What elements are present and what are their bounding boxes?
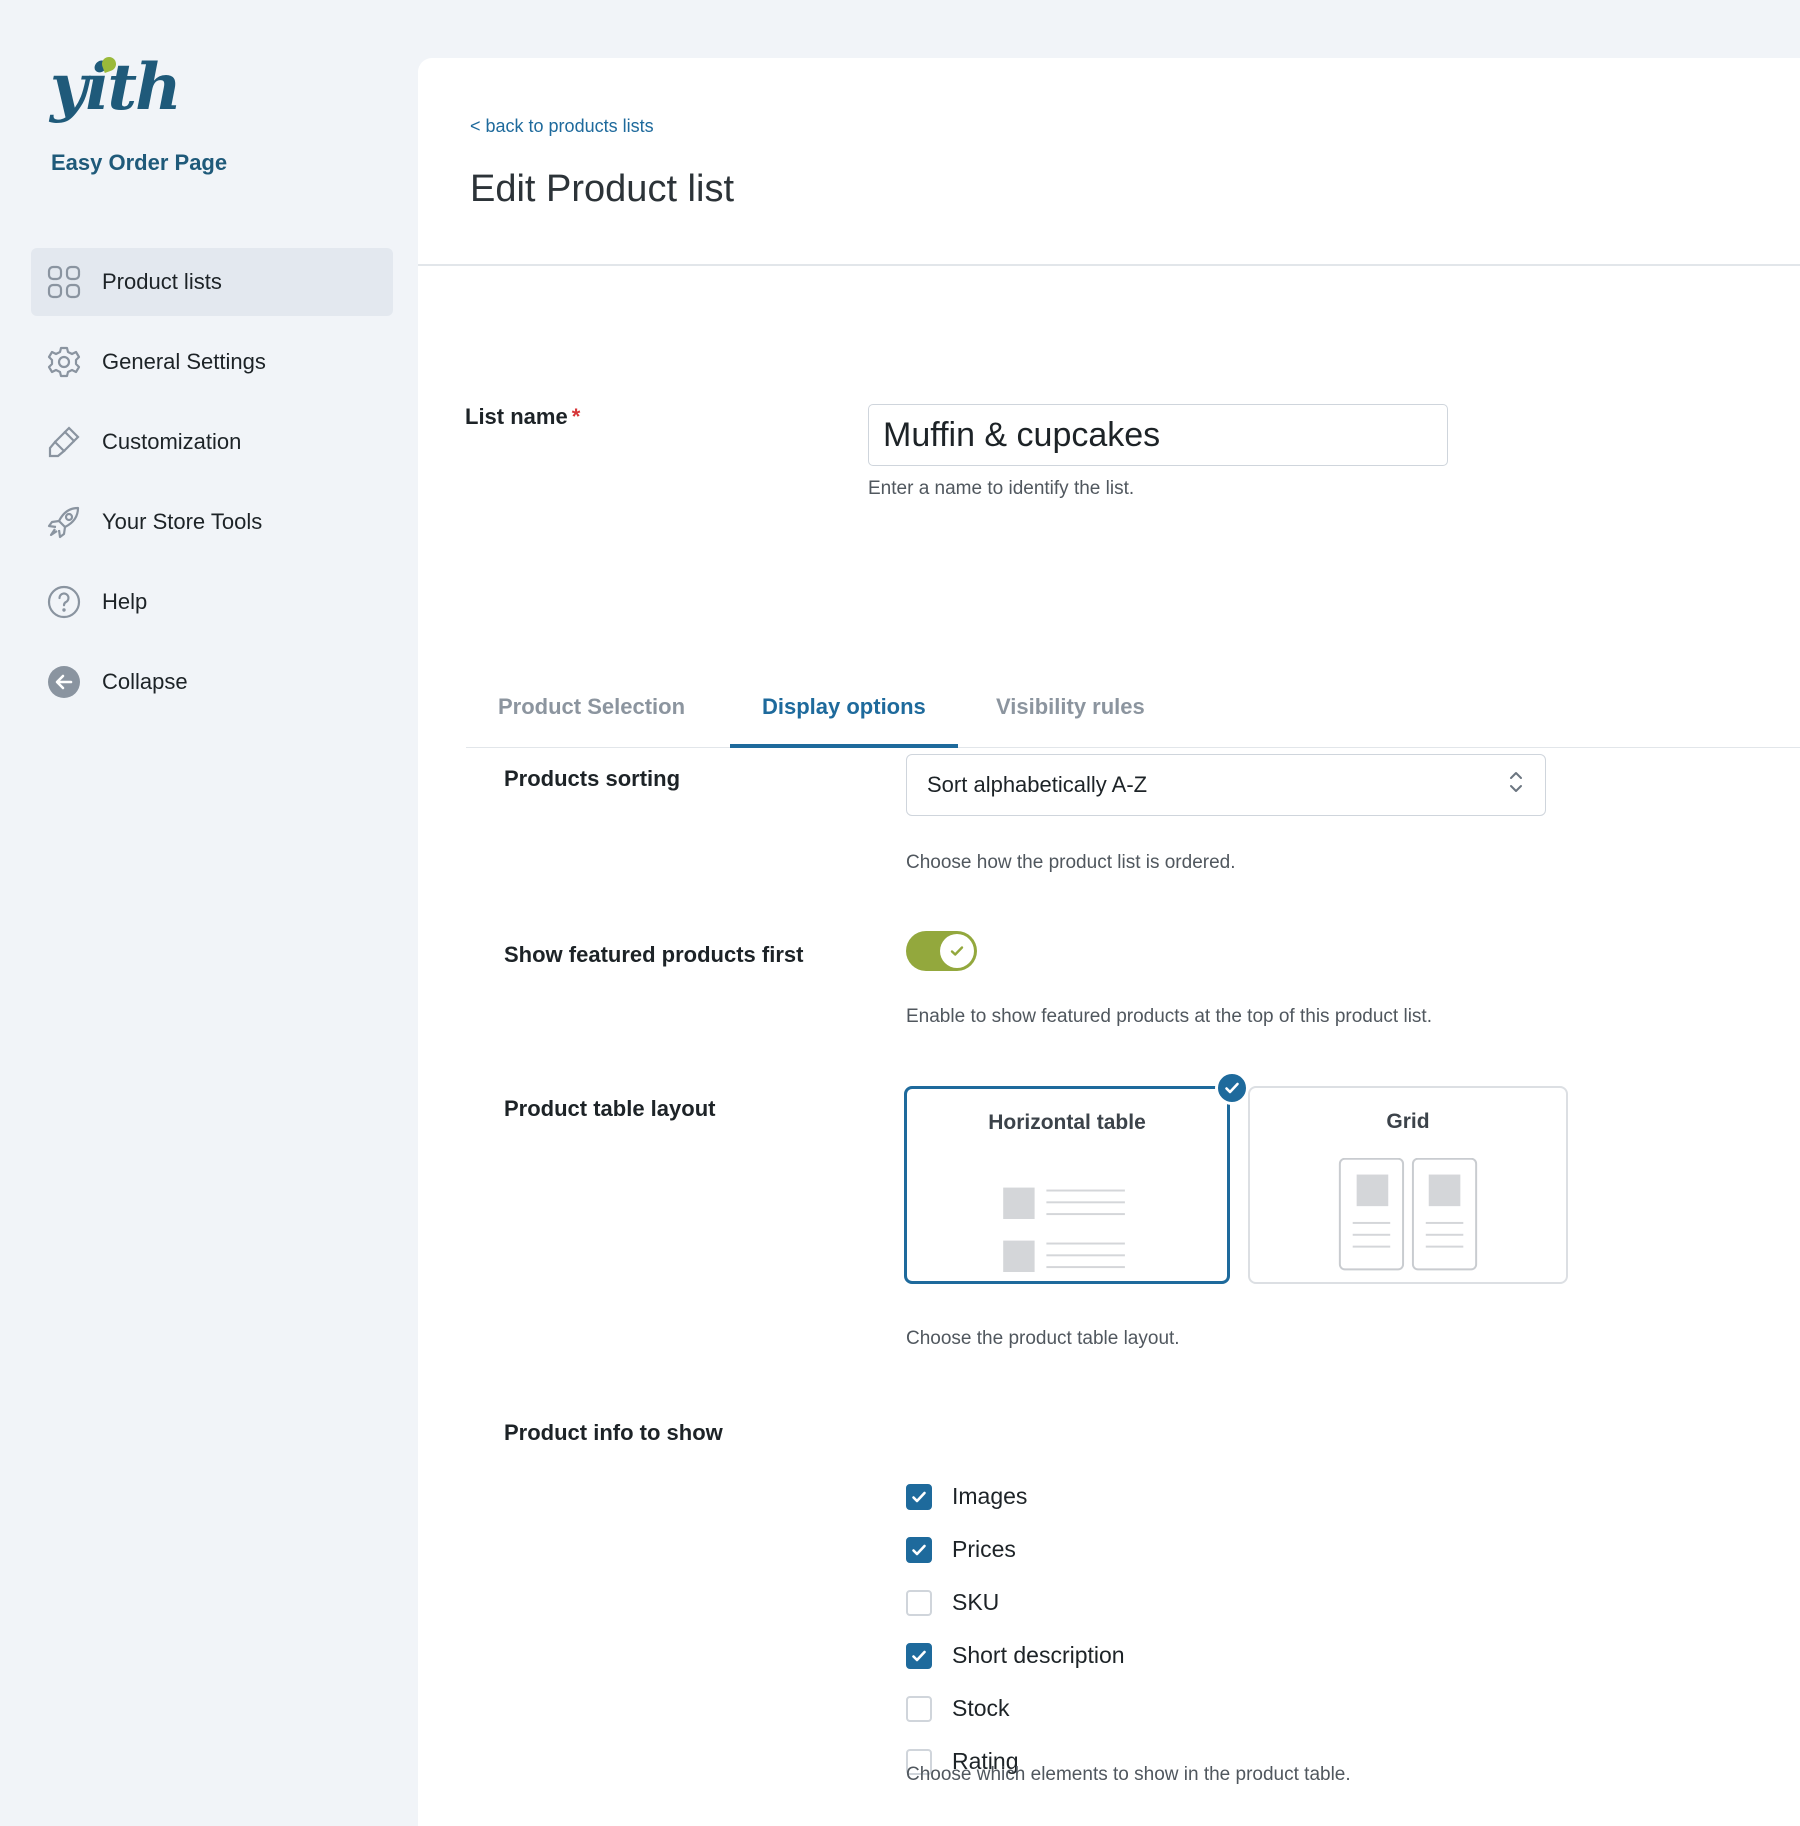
product-info-label: Product info to show <box>504 1420 723 1445</box>
featured-first-toggle[interactable] <box>906 931 977 971</box>
tab-visibility-rules[interactable]: Visibility rules <box>964 666 1177 748</box>
checkbox-label: Images <box>952 1483 1028 1509</box>
list-name-label: List name * <box>465 404 580 430</box>
main-panel: < back to products lists Edit Product li… <box>418 58 1800 1826</box>
help-icon <box>47 585 81 619</box>
table-layout-help: Choose the product table layout. <box>906 1328 1180 1349</box>
rocket-icon <box>47 505 81 539</box>
sidebar-item-label: Your Store Tools <box>102 509 263 534</box>
checkbox-label: Short description <box>952 1642 1125 1668</box>
grid-icon <box>47 265 81 299</box>
list-name-input[interactable] <box>868 404 1448 466</box>
products-sorting-label: Products sorting <box>504 766 681 791</box>
table-layout-label: Product table layout <box>504 1096 716 1121</box>
sidebar: yith Easy Order Page Product lists Gener… <box>0 0 418 1826</box>
sidebar-item-label: Collapse <box>102 669 188 694</box>
sidebar-item-label: Product lists <box>102 269 222 294</box>
grid-illustration <box>1338 1158 1478 1271</box>
sidebar-item-label: General Settings <box>102 349 266 374</box>
product-info-help: Choose which elements to show in the pro… <box>906 1764 1351 1785</box>
select-arrows-icon <box>1507 769 1525 801</box>
sidebar-item-general-settings[interactable]: General Settings <box>31 328 393 396</box>
list-name-help: Enter a name to identify the list. <box>868 478 1135 499</box>
featured-first-label: Show featured products first <box>504 942 804 967</box>
checkbox-checked[interactable] <box>906 1642 932 1669</box>
plugin-name: Easy Order Page <box>51 150 228 175</box>
checkbox-label: SKU <box>952 1589 1000 1615</box>
horizontal-table-illustration <box>1003 1187 1125 1273</box>
products-sorting-select[interactable]: Sort alphabetically A-Z <box>906 754 1546 816</box>
brush-icon <box>47 425 81 459</box>
page-header: < back to products lists Edit Product li… <box>418 58 1800 266</box>
sidebar-item-help[interactable]: Help <box>31 568 393 636</box>
featured-first-help: Enable to show featured products at the … <box>906 1006 1432 1027</box>
product-info-option-images[interactable]: Images <box>906 1470 1125 1523</box>
checkbox-label: Prices <box>952 1536 1016 1562</box>
list-name-label-text: List name <box>465 404 568 429</box>
settings-tabs: Product Selection Display options Visibi… <box>466 666 1800 748</box>
sidebar-item-collapse[interactable]: Collapse <box>31 648 393 716</box>
sidebar-item-label: Help <box>102 589 148 614</box>
layout-option-horizontal-table[interactable]: Horizontal table <box>904 1071 1249 1284</box>
sidebar-item-label: Customization <box>102 429 242 454</box>
product-info-option-short-description[interactable]: Short description <box>906 1629 1125 1682</box>
checkbox-label: Stock <box>952 1695 1010 1721</box>
checkbox-checked[interactable] <box>906 1536 932 1563</box>
product-info-checklist: Images Prices SKU Short description Stoc… <box>906 1470 1125 1788</box>
sidebar-item-product-lists[interactable]: Product lists <box>31 248 393 316</box>
checkbox-unchecked[interactable] <box>906 1589 932 1616</box>
checkbox-unchecked[interactable] <box>906 1695 932 1722</box>
toggle-check-icon <box>940 934 974 968</box>
product-info-option-stock[interactable]: Stock <box>906 1682 1125 1735</box>
sidebar-item-store-tools[interactable]: Your Store Tools <box>31 488 393 556</box>
select-value: Sort alphabetically A-Z <box>927 772 1148 797</box>
tab-product-selection[interactable]: Product Selection <box>466 666 717 748</box>
layout-option-title: Horizontal table <box>988 1111 1146 1134</box>
sidebar-nav: Product lists General Settings Customiza… <box>31 248 393 728</box>
collapse-arrow-icon <box>47 665 81 699</box>
layout-option-title: Grid <box>1386 1110 1430 1133</box>
layout-option-grid[interactable]: Grid <box>1248 1086 1568 1284</box>
back-to-lists-link[interactable]: < back to products lists <box>470 116 654 137</box>
product-info-option-sku[interactable]: SKU <box>906 1576 1125 1629</box>
sidebar-item-customization[interactable]: Customization <box>31 408 393 476</box>
required-mark: * <box>571 404 581 429</box>
checkbox-checked[interactable] <box>906 1483 932 1510</box>
gear-icon <box>47 345 81 379</box>
product-info-option-prices[interactable]: Prices <box>906 1523 1125 1576</box>
selected-check-icon <box>1215 1071 1249 1105</box>
products-sorting-help: Choose how the product list is ordered. <box>906 852 1236 873</box>
page-title: Edit Product list <box>470 168 734 210</box>
tab-display-options[interactable]: Display options <box>730 666 958 748</box>
